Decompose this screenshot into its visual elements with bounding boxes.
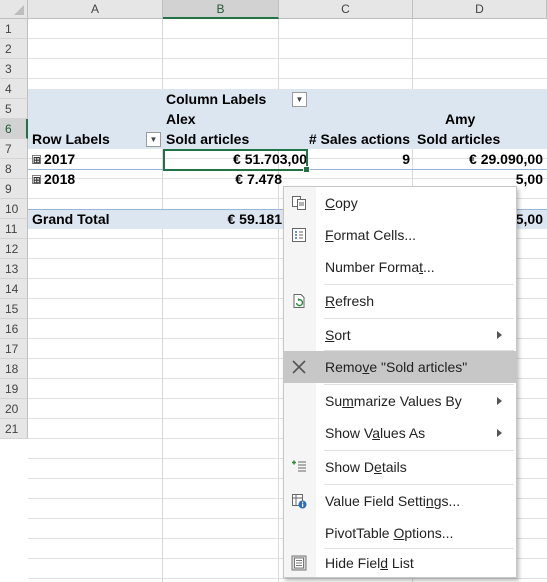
- menu-item-number-format[interactable]: Number Format...: [284, 251, 516, 283]
- row-2018-sold-b[interactable]: € 7.478: [166, 169, 282, 189]
- row-header[interactable]: 7: [0, 139, 28, 159]
- copy-icon: [292, 196, 306, 210]
- chevron-down-icon: ▼: [295, 95, 304, 104]
- row-header[interactable]: 9: [0, 179, 28, 199]
- row-header[interactable]: 13: [0, 259, 28, 279]
- submenu-arrow-icon: [497, 331, 502, 339]
- column-labels-filter-button[interactable]: ▼: [292, 92, 307, 107]
- menu-item-value-field-settings[interactable]: Value Field Settings...: [284, 485, 516, 517]
- column-header-a[interactable]: A: [28, 0, 163, 19]
- menu-item-summarize-values-by[interactable]: Summarize Values By: [284, 385, 516, 417]
- row-header[interactable]: 4: [0, 79, 28, 99]
- column-header-d[interactable]: D: [413, 0, 547, 19]
- select-all-corner[interactable]: [0, 0, 28, 19]
- menu-item-copy[interactable]: Copy: [284, 187, 516, 219]
- menu-item-sort[interactable]: Sort: [284, 319, 516, 351]
- chevron-down-icon: ▼: [149, 135, 158, 144]
- row-header[interactable]: 11: [0, 219, 28, 239]
- hide-field-list-icon: [291, 555, 307, 571]
- row-2017-label[interactable]: ⊞ 2017: [32, 149, 75, 169]
- row-header[interactable]: 8: [0, 159, 28, 179]
- column-header-c[interactable]: C: [279, 0, 413, 19]
- column-labels-cell[interactable]: Column Labels: [166, 89, 266, 109]
- format-cells-icon: [292, 228, 306, 242]
- grand-total-sold-b[interactable]: € 59.181: [166, 209, 283, 229]
- row-header[interactable]: 14: [0, 279, 28, 299]
- row-2018-text: 2018: [44, 171, 76, 187]
- row-header[interactable]: 17: [0, 339, 28, 359]
- row-header[interactable]: 21: [0, 419, 28, 439]
- menu-item-show-details[interactable]: Show Details: [284, 451, 516, 483]
- row-2017-sold-d[interactable]: € 29.090,00: [413, 149, 543, 169]
- menu-item-refresh[interactable]: Refresh: [284, 285, 516, 317]
- menu-item-hide-field-list[interactable]: Hide Field List: [284, 547, 516, 579]
- row-header[interactable]: 20: [0, 399, 28, 419]
- pivot-header-alex[interactable]: Alex: [166, 109, 196, 129]
- menu-item-remove-sold-articles[interactable]: Remove "Sold articles": [284, 351, 516, 383]
- context-menu: Copy Format Cells... Number Format... Re…: [283, 186, 517, 578]
- menu-item-format-cells[interactable]: Format Cells...: [284, 219, 516, 251]
- row-header[interactable]: 18: [0, 359, 28, 379]
- row-header[interactable]: 16: [0, 319, 28, 339]
- row-header[interactable]: 1: [0, 19, 28, 39]
- value-field-settings-icon: [292, 494, 307, 509]
- show-details-icon: [292, 460, 306, 472]
- row-labels-filter-button[interactable]: ▼: [146, 132, 161, 147]
- row-header[interactable]: 12: [0, 239, 28, 259]
- submenu-arrow-icon: [497, 429, 502, 437]
- remove-icon: [292, 360, 306, 374]
- active-cell-selection: [163, 149, 310, 173]
- row-header[interactable]: 15: [0, 299, 28, 319]
- row-header[interactable]: 5: [0, 99, 28, 119]
- row-header[interactable]: 19: [0, 379, 28, 399]
- row-2017-text: 2017: [44, 151, 76, 167]
- sold-articles-header-b[interactable]: Sold articles: [166, 129, 249, 149]
- expand-icon[interactable]: ⊞: [32, 175, 41, 185]
- row-header[interactable]: 6: [0, 119, 28, 139]
- sold-articles-header-d[interactable]: Sold articles: [417, 129, 500, 149]
- row-header[interactable]: 2: [0, 39, 28, 59]
- row-2018-label[interactable]: ⊞ 2018: [32, 169, 75, 189]
- submenu-arrow-icon: [497, 397, 502, 405]
- column-header-b[interactable]: B: [163, 0, 279, 19]
- row-labels-cell[interactable]: Row Labels: [32, 129, 110, 149]
- pivot-header-amy[interactable]: Amy: [445, 109, 475, 129]
- refresh-icon: [293, 294, 305, 308]
- expand-icon[interactable]: ⊞: [32, 155, 41, 165]
- grand-total-label[interactable]: Grand Total: [32, 209, 110, 229]
- row-header[interactable]: 3: [0, 59, 28, 79]
- row-header[interactable]: 10: [0, 199, 28, 219]
- menu-item-show-values-as[interactable]: Show Values As: [284, 417, 516, 449]
- sales-actions-header-c[interactable]: # Sales actions: [283, 129, 410, 149]
- menu-item-pivottable-options[interactable]: PivotTable Options...: [284, 517, 516, 549]
